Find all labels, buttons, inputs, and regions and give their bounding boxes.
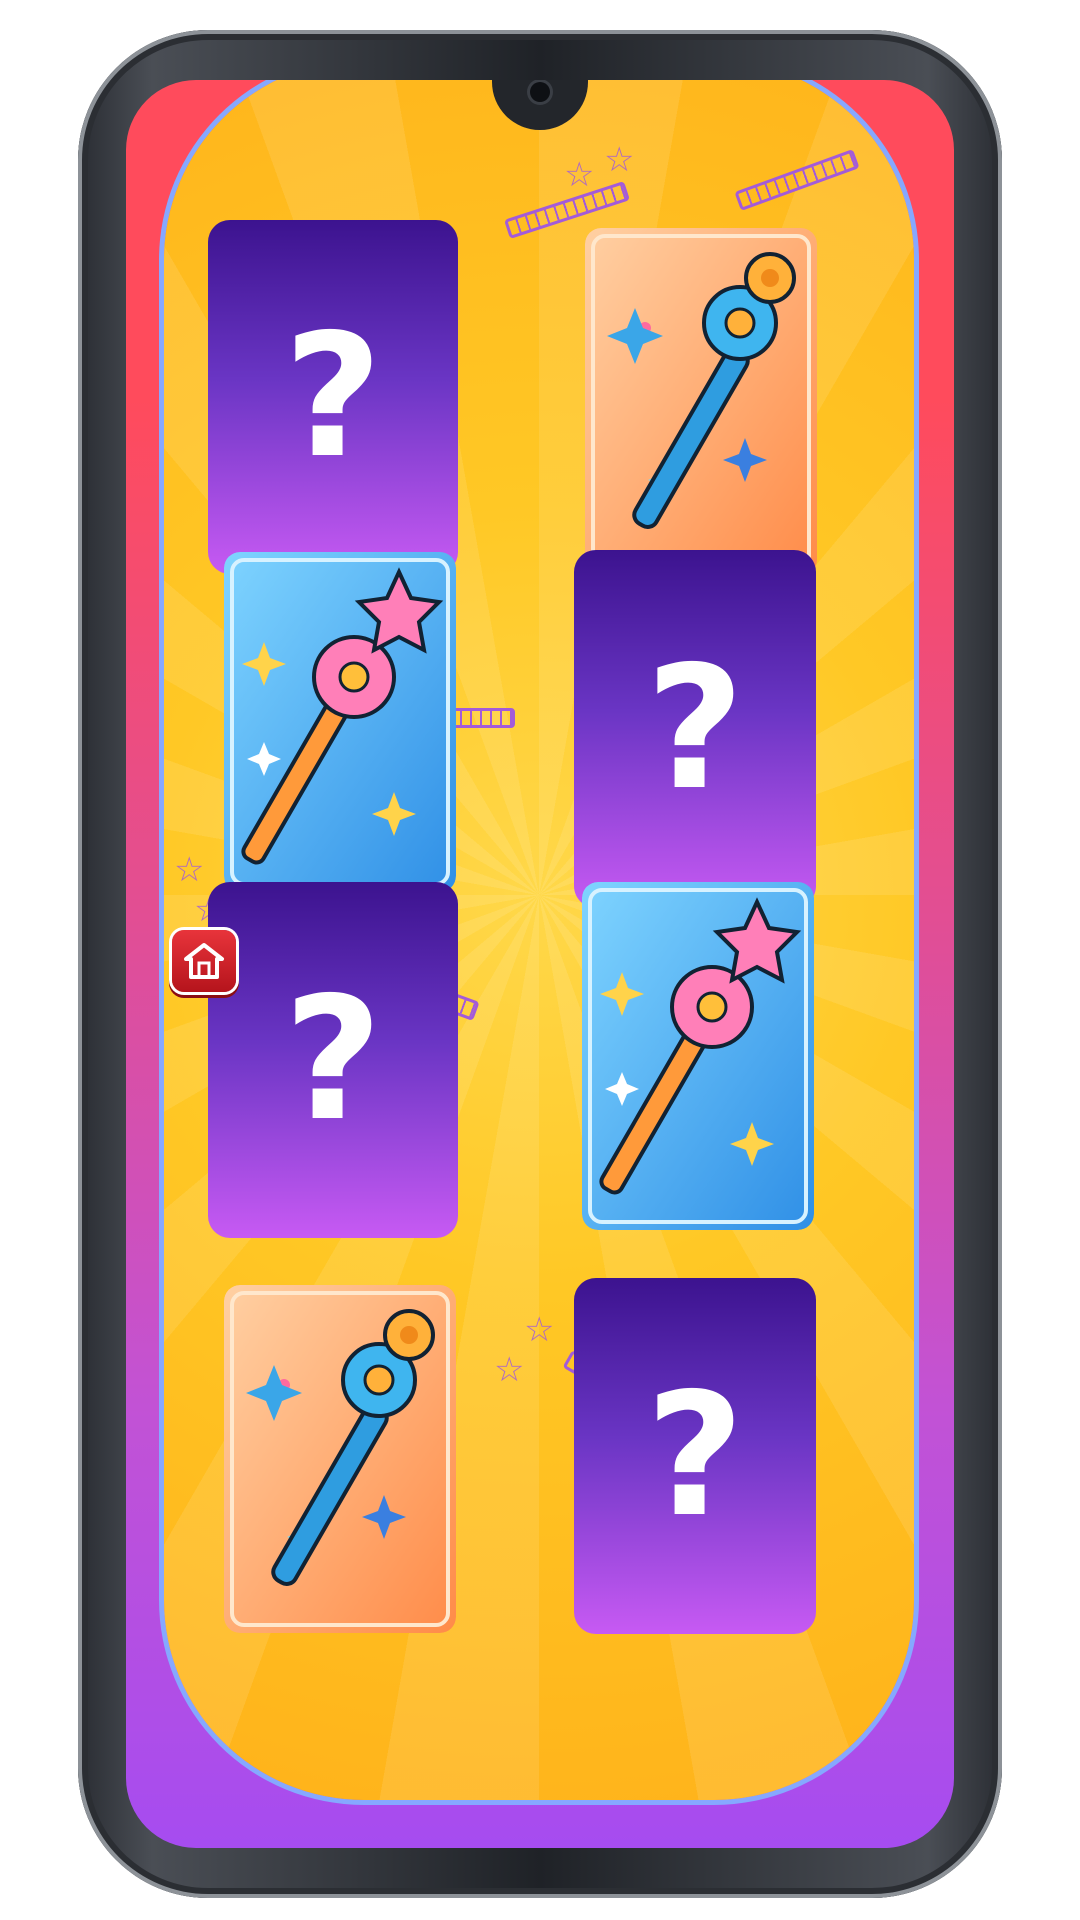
question-mark: ? [283, 961, 383, 1159]
star-decoration: ☆ [174, 851, 205, 889]
memory-card-hidden[interactable]: ? [208, 882, 458, 1238]
game-board: ☆ ☆ ☆ ☆ ☆ ☆ ☆ ☆ ? [164, 80, 914, 1800]
question-mark: ? [283, 298, 383, 496]
memory-card-revealed[interactable] [224, 552, 456, 892]
home-icon [184, 943, 224, 979]
blue-wand-orange-card-icon [585, 228, 817, 576]
home-button[interactable] [172, 930, 236, 992]
memory-card-hidden[interactable]: ? [574, 1278, 816, 1634]
pink-star-wand-blue-card-icon [582, 882, 814, 1230]
star-decoration: ☆ [604, 141, 635, 179]
memory-card-hidden[interactable]: ? [208, 220, 458, 574]
memory-card-revealed[interactable] [585, 228, 817, 576]
pink-star-wand-blue-card-icon [224, 552, 456, 892]
star-decoration: ☆ [494, 1351, 525, 1389]
question-mark: ? [645, 1357, 745, 1555]
star-decoration: ☆ [524, 1311, 555, 1349]
wand-decoration [734, 149, 860, 211]
game-screen: ☆ ☆ ☆ ☆ ☆ ☆ ☆ ☆ ? [126, 80, 954, 1848]
star-decoration: ☆ [564, 156, 595, 194]
memory-card-hidden[interactable]: ? [574, 550, 816, 908]
memory-card-revealed[interactable] [224, 1285, 456, 1633]
question-mark: ? [645, 630, 745, 828]
blue-wand-orange-card-icon [224, 1285, 456, 1633]
memory-card-revealed[interactable] [582, 882, 814, 1230]
